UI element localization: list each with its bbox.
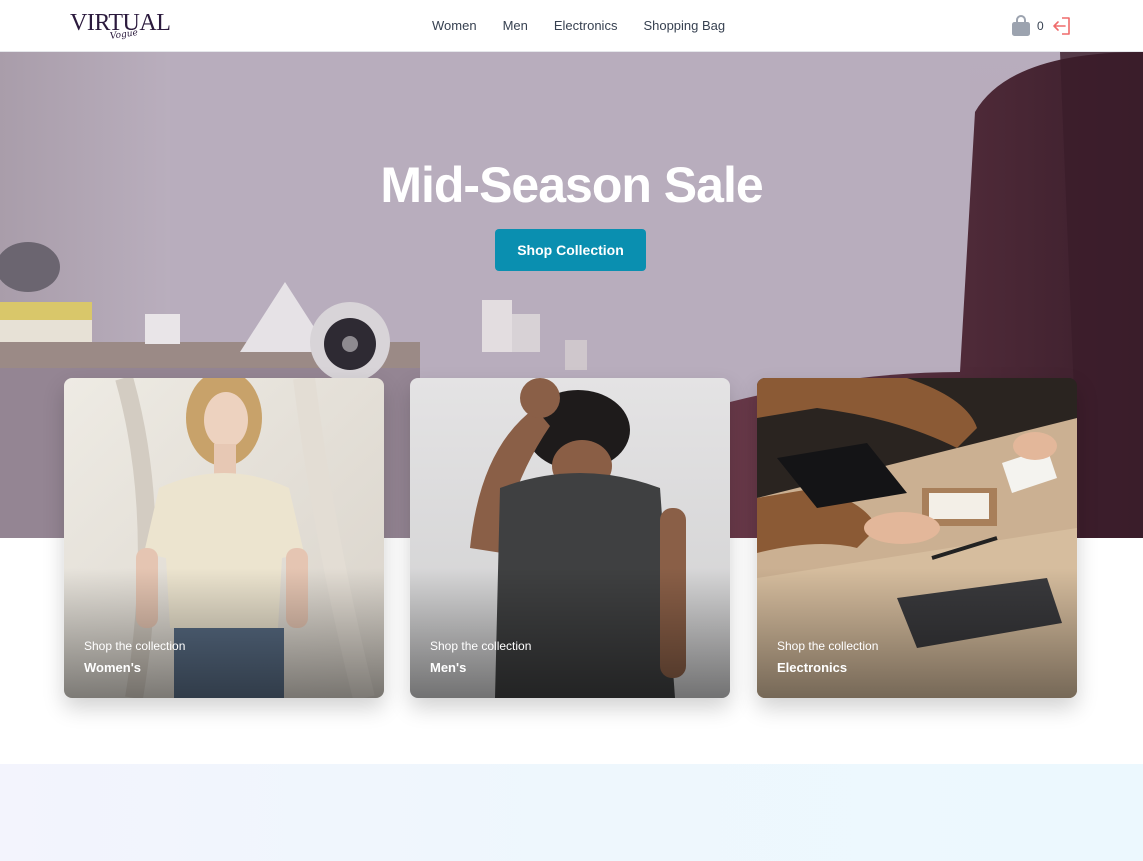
logout-icon[interactable] bbox=[1052, 16, 1072, 36]
nav-shopping-bag[interactable]: Shopping Bag bbox=[643, 18, 725, 33]
cart-count: 0 bbox=[1037, 19, 1044, 33]
card-overlay bbox=[64, 568, 384, 698]
shop-collection-button[interactable]: Shop Collection bbox=[495, 229, 646, 271]
card-title: Women's bbox=[84, 660, 142, 675]
nav-electronics[interactable]: Electronics bbox=[554, 18, 618, 33]
category-card-women[interactable]: Shop the collection Women's bbox=[64, 378, 384, 698]
site-header: VIRTUAL Vogue Women Men Electronics Shop… bbox=[0, 0, 1143, 52]
nav-men[interactable]: Men bbox=[503, 18, 528, 33]
category-card-men[interactable]: Shop the collection Men's bbox=[410, 378, 730, 698]
hero-title: Mid-Season Sale bbox=[380, 157, 763, 213]
category-card-electronics[interactable]: Shop the collection Electronics bbox=[757, 378, 1077, 698]
nav-women[interactable]: Women bbox=[432, 18, 477, 33]
card-subtitle: Shop the collection bbox=[777, 639, 879, 653]
card-overlay bbox=[757, 568, 1077, 698]
card-overlay bbox=[410, 568, 730, 698]
card-title: Men's bbox=[430, 660, 467, 675]
brand-logo[interactable]: VIRTUAL Vogue bbox=[70, 10, 180, 46]
next-section-band bbox=[0, 764, 1143, 861]
main-nav: Women Men Electronics Shopping Bag bbox=[432, 18, 725, 33]
card-subtitle: Shop the collection bbox=[84, 639, 186, 653]
card-title: Electronics bbox=[777, 660, 848, 675]
shopping-bag-icon[interactable] bbox=[1011, 15, 1031, 37]
card-subtitle: Shop the collection bbox=[430, 639, 532, 653]
